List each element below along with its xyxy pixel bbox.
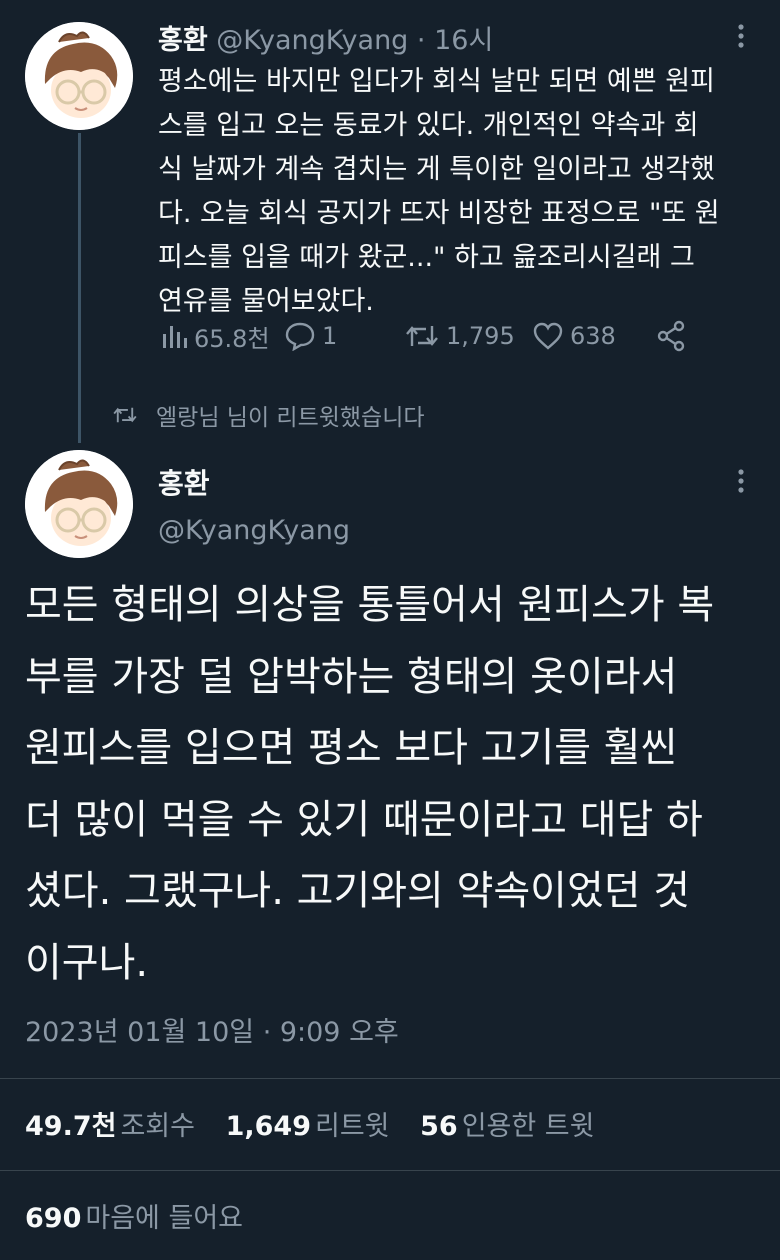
retweet-note: 엘랑님 님이 리트윗했습니다 [112, 398, 425, 432]
divider [0, 1078, 780, 1079]
views-stat[interactable]: 49.7천 조회수 [25, 1111, 217, 1142]
retweet-action[interactable]: 1,795 [404, 318, 515, 354]
retweet-count: 1,795 [446, 322, 515, 350]
reply-count: 1 [322, 322, 338, 350]
tweet-text: 모든 형태의 의상을 통틀어서 원피스가 복 부를 가장 덜 압박하는 형태의 … [25, 582, 715, 986]
thread-line [78, 133, 81, 443]
views-count: 65.8천 [194, 324, 270, 353]
tweet-text: 평소에는 바지만 입다가 회식 날만 되면 예쁜 원피 스를 입고 오는 동료가… [158, 66, 720, 317]
likes-count: 690 [25, 1203, 82, 1234]
retweet-note-text[interactable]: 엘랑님 님이 리트윗했습니다 [156, 398, 425, 432]
more-icon[interactable] [730, 467, 752, 495]
share-icon [657, 320, 685, 352]
avatar[interactable] [25, 22, 133, 130]
handle[interactable]: @KyangKyang [216, 25, 408, 56]
avatar[interactable] [25, 450, 133, 558]
timestamp[interactable]: 2023년 01월 10일 · 9:09 오후 [25, 1010, 399, 1049]
reply-action[interactable]: 1 [284, 318, 337, 354]
quotes-stat[interactable]: 56 인용한 트윗 [420, 1111, 616, 1142]
retweet-icon [113, 407, 137, 423]
separator: · [416, 25, 426, 56]
retweets-stat[interactable]: 1,649 리트윗 [226, 1111, 412, 1142]
like-action[interactable]: 638 [532, 318, 616, 354]
display-name[interactable]: 홍환 [158, 25, 208, 56]
display-name[interactable]: 홍환 [158, 462, 210, 502]
tweet-header: 홍환 @KyangKyang · 16시 [158, 18, 493, 57]
views-action[interactable]: 65.8천 [160, 318, 270, 354]
handle[interactable]: @KyangKyang [158, 515, 350, 546]
tweet-stats: 49.7천 조회수 1,649 리트윗 56 인용한 트윗 [25, 1104, 617, 1143]
more-icon[interactable] [730, 22, 752, 50]
reply-icon [285, 322, 315, 351]
likes-label: 마음에 들어요 [85, 1203, 243, 1234]
time-ago[interactable]: 16시 [434, 25, 493, 56]
analytics-icon [163, 326, 187, 348]
retweet-icon [406, 326, 438, 346]
divider [0, 1170, 780, 1171]
like-count: 638 [570, 322, 616, 350]
share-action[interactable] [655, 318, 687, 354]
like-icon [533, 322, 563, 350]
likes-stat[interactable]: 690 마음에 들어요 [25, 1196, 243, 1235]
